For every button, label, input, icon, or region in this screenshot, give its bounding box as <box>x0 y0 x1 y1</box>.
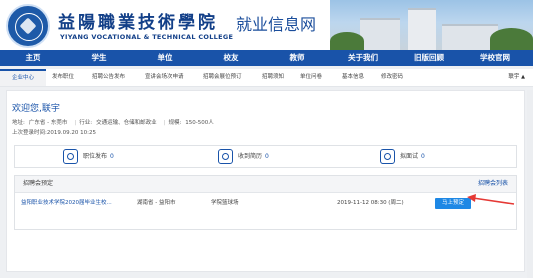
job-fair-list-link[interactable]: 招聘会列表 <box>478 176 508 192</box>
user-name: 联宇 <box>508 74 520 80</box>
job-fair-venue: 学院篮球场 <box>211 200 239 206</box>
resume-icon <box>218 149 233 164</box>
job-fair-time: 2019-11-12 08:30 (周二) <box>337 200 404 206</box>
school-name-en: YIYANG VOCATIONAL & TECHNICAL COLLEGE <box>60 33 234 41</box>
tab-booth-booking[interactable]: 招聘会展位预订 <box>203 69 242 86</box>
industry-value: 交通运输、仓储和邮政业 <box>96 120 157 126</box>
last-login: 上次登录时间:2019.09.20 10:25 <box>12 130 96 136</box>
job-fair-section: 招聘会预定 招聘会列表 益阳职业技术学院2020届毕业生校... 湖南省 - 益… <box>14 175 517 230</box>
nav-item-alumni[interactable]: 校友 <box>198 50 264 66</box>
tab-talk-session[interactable]: 宣讲会场次申请 <box>145 69 184 86</box>
school-name-cn: 益陽職業技術學院 <box>58 13 218 33</box>
tab-change-password[interactable]: 修改密码 <box>381 69 403 86</box>
enterprise-tabs: 企业中心 发布职位 招聘公告发布 宣讲会场次申请 招聘会展位预订 招聘须知 单位… <box>0 69 533 87</box>
stats-bar: 职位发布 0 收到简历 0 拟面试 0 <box>14 145 517 168</box>
nav-item-teachers[interactable]: 教师 <box>264 50 330 66</box>
tab-survey[interactable]: 单位问卷 <box>300 69 322 86</box>
address-label: 地址: <box>12 120 25 126</box>
scale-label: 规模: <box>168 120 182 126</box>
main-nav: 主页 学生 单位 校友 教师 关于我们 旧版回顾 学校官网 <box>0 50 533 66</box>
stat-label: 收到简历 <box>238 153 263 160</box>
nav-item-official-site[interactable]: 学校官网 <box>462 50 528 66</box>
job-fair-title: 招聘会预定 <box>23 180 54 187</box>
scrollbar[interactable] <box>527 90 533 278</box>
welcome-greeting: 欢迎您,联宇 <box>12 104 60 114</box>
nav-item-home[interactable]: 主页 <box>0 50 66 66</box>
document-icon <box>63 149 78 164</box>
address-value: 广东省 - 东莞市 <box>28 120 68 126</box>
tab-basic-info[interactable]: 基本信息 <box>342 69 364 86</box>
stat-count: 0 <box>265 153 269 160</box>
stat-count: 0 <box>421 153 425 160</box>
job-fair-header: 招聘会预定 招聘会列表 <box>15 176 516 193</box>
nav-item-old-version[interactable]: 旧版回顾 <box>396 50 462 66</box>
stat-label: 职位发布 <box>83 153 108 160</box>
site-title: 就业信息网 <box>236 15 317 34</box>
school-seal-icon[interactable] <box>6 4 50 48</box>
company-info: 地址: 广东省 - 东莞市 | 行业: 交通运输、仓储和邮政业 | 规模: 150-500人 <box>12 120 214 126</box>
nav-item-students[interactable]: 学生 <box>66 50 132 66</box>
tab-recruit-notice[interactable]: 招聘公告发布 <box>92 69 125 86</box>
chevron-down-icon: ▲ <box>521 74 525 80</box>
stat-count: 0 <box>110 153 114 160</box>
annotation-arrow-icon <box>467 194 515 205</box>
user-menu[interactable]: 联宇 ▲ <box>508 69 525 86</box>
tab-recruit-guide[interactable]: 招聘须知 <box>262 69 284 86</box>
tab-post-job[interactable]: 发布职位 <box>52 69 74 86</box>
nav-item-about[interactable]: 关于我们 <box>330 50 396 66</box>
nav-item-employers[interactable]: 单位 <box>132 50 198 66</box>
table-row: 益阳职业技术学院2020届毕业生校... 湖南省 - 益阳市 学院篮球场 201… <box>15 193 516 213</box>
stat-label: 拟面试 <box>400 153 419 160</box>
industry-label: 行业: <box>79 120 93 126</box>
tab-enterprise-center[interactable]: 企业中心 <box>0 69 46 86</box>
campus-photo <box>330 0 533 50</box>
job-fair-region: 湖南省 - 益阳市 <box>137 200 176 206</box>
interview-icon <box>380 149 395 164</box>
job-fair-name-link[interactable]: 益阳职业技术学院2020届毕业生校... <box>21 193 139 213</box>
site-header: 益陽職業技術學院 YIYANG VOCATIONAL & TECHNICAL C… <box>0 0 533 50</box>
scale-value: 150-500人 <box>185 120 214 126</box>
